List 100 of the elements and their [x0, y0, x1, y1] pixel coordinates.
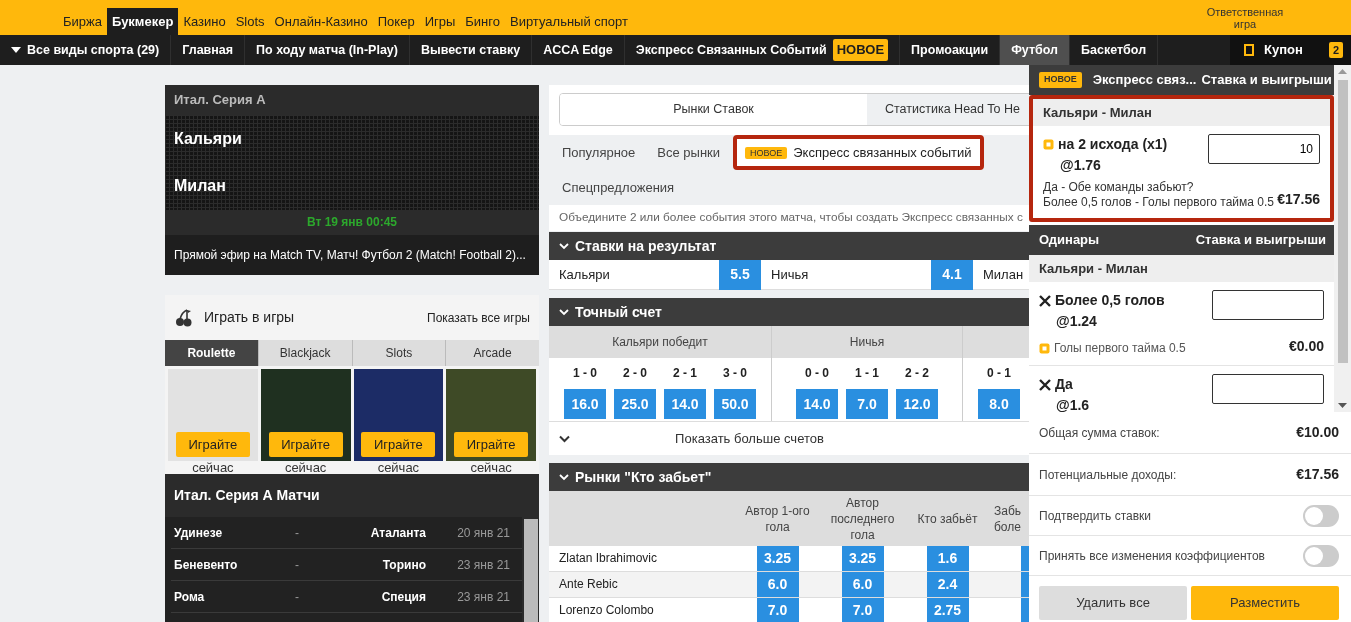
- stake-field[interactable]: 10: [1208, 134, 1320, 164]
- toggle-switch[interactable]: [1303, 544, 1339, 567]
- team-name: Аталанта: [369, 524, 426, 542]
- hint-text: Объедините 2 или более события этого матча, чтобы создать Экспресс связанных с: [549, 205, 1029, 231]
- play-button[interactable]: Играйте: [175, 432, 250, 457]
- match-datetime: Вт 19 янв 00:45: [165, 210, 539, 235]
- team-name: Рома: [173, 588, 206, 606]
- summary-label: Потенциальные доходы:: [1039, 466, 1177, 484]
- section-title: Экспресс связ...: [1092, 71, 1197, 90]
- game-thumbnail[interactable]: Играйте: [353, 369, 444, 461]
- game-tab[interactable]: Blackjack: [257, 340, 352, 366]
- play-button[interactable]: Играйте: [361, 432, 436, 457]
- returns-amount: €17.56: [1277, 190, 1320, 209]
- market-filter-tab[interactable]: НОВОЕ Экспресс связанных событий: [733, 135, 984, 170]
- game-thumbnail[interactable]: Играйте: [260, 369, 351, 461]
- play-button[interactable]: Играйте: [268, 432, 343, 457]
- team-name: Милан: [174, 176, 227, 197]
- toggle-switch[interactable]: [1303, 504, 1339, 527]
- selection-name: на 2 исхода (x1): [1058, 135, 1168, 154]
- odds-button[interactable]: [1021, 598, 1029, 622]
- play-button[interactable]: Играйте: [454, 432, 529, 457]
- player-name: Ante Rebic: [558, 576, 619, 593]
- match-date: 23 янв 21: [456, 556, 511, 574]
- game-tab[interactable]: Roulette: [165, 340, 258, 366]
- column-header: Автор последнего гола: [829, 494, 896, 543]
- sport-nav-link[interactable]: Вывести ставку: [409, 35, 533, 65]
- score-label: 0 - 1: [987, 365, 1011, 382]
- outcome-label: Милан: [982, 265, 1025, 284]
- section-header[interactable]: Ставки на результат: [549, 232, 1029, 260]
- coupon-icon: [1244, 44, 1254, 56]
- option-label: Принять все изменения коэффициентов: [1039, 547, 1265, 565]
- match-date: 23 янв 21: [456, 588, 511, 606]
- nav-link[interactable]: Покер: [372, 8, 420, 35]
- market-filter-tab[interactable]: Спецпредложения: [553, 170, 684, 205]
- place-bet-button[interactable]: Разместить: [1191, 586, 1339, 620]
- market-filter-tab[interactable]: Все рынки: [648, 135, 730, 170]
- market-tab[interactable]: Статистика Head To He: [867, 94, 1029, 125]
- game-thumbnail[interactable]: Играйте: [446, 369, 536, 461]
- sport-nav-link[interactable]: Все виды спорта (29): [0, 35, 172, 65]
- score-label: 3 - 0: [723, 365, 747, 382]
- play-caption: сейчас: [470, 461, 512, 474]
- chevron-down-icon: [559, 308, 569, 316]
- team-name: Беневенто: [173, 556, 239, 574]
- scroll-down-icon: [1338, 403, 1347, 408]
- column-label: Ставка и выигрыши: [1195, 231, 1326, 250]
- stake-field[interactable]: [1212, 290, 1324, 320]
- game-tab[interactable]: Arcade: [445, 340, 539, 366]
- scroll-up-icon: [1338, 69, 1347, 74]
- score-label: 1 - 1: [855, 365, 879, 382]
- game-tab[interactable]: Slots: [351, 340, 446, 366]
- group-heading: Кальяри победит: [549, 326, 771, 358]
- responsible-gaming-link[interactable]: Ответственная игра: [1197, 5, 1293, 30]
- nav-link[interactable]: Игры: [419, 8, 461, 35]
- play-caption: сейчас: [284, 461, 327, 474]
- team-name: Специя: [380, 588, 426, 606]
- sport-nav-link[interactable]: Главная: [171, 35, 246, 65]
- score-label: 2 - 2: [905, 365, 929, 382]
- coupon-link[interactable]: Купон: [1264, 40, 1303, 60]
- play-caption: сейчас: [377, 461, 420, 474]
- scrollbar[interactable]: [522, 517, 539, 622]
- market-filter-tab[interactable]: Популярное: [553, 135, 645, 170]
- team-name: Кальяри: [174, 128, 243, 149]
- nav-link[interactable]: Букмекер: [106, 8, 179, 35]
- nav-link[interactable]: Казино: [178, 8, 231, 35]
- chevron-down-icon: [559, 434, 570, 443]
- column-label: Ставка и выигрыши: [1201, 71, 1332, 90]
- sport-nav-link[interactable]: Футбол: [1000, 35, 1071, 65]
- match-date: 20 янв 21: [456, 524, 511, 542]
- odds-button[interactable]: [1021, 546, 1029, 571]
- section-title: Одинары: [1039, 231, 1100, 250]
- show-all-games-link[interactable]: Показать все игры: [427, 308, 530, 327]
- odds-button[interactable]: [1021, 572, 1029, 597]
- column-header: Автор 1-ого гола: [744, 502, 811, 535]
- sport-nav-link[interactable]: Экспресс Связанных Событий НОВОЕ: [624, 35, 901, 65]
- game-thumbnail[interactable]: Играйте: [168, 369, 258, 461]
- market-name: Голы первого тайма 0.5: [1054, 340, 1186, 357]
- summary-value: €10.00: [1296, 423, 1339, 442]
- score-label: 2 - 0: [623, 365, 647, 382]
- nav-link[interactable]: Бинго: [460, 8, 505, 35]
- nav-link[interactable]: Биржа: [58, 8, 107, 35]
- nav-link[interactable]: Slots: [230, 8, 270, 35]
- score-label: 0 - 0: [805, 365, 829, 382]
- summary-label: Общая сумма ставок:: [1039, 424, 1160, 442]
- odds-text: @1.24: [1056, 312, 1098, 331]
- column-header: Забь боле: [993, 502, 1023, 535]
- stake-field[interactable]: [1212, 374, 1324, 404]
- team-name: Торино: [381, 556, 426, 574]
- odds-text: @1.76: [1060, 156, 1102, 175]
- close-icon: [1039, 294, 1051, 307]
- column-header: Кто забьёт: [916, 510, 979, 527]
- sport-nav-link[interactable]: По ходу матча (In-Play): [245, 35, 410, 65]
- leg-text: Более 0,5 голов - Голы первого тайма 0.5: [1043, 195, 1274, 210]
- play-caption: сейчас: [192, 461, 234, 474]
- section-header[interactable]: Точный счет: [549, 298, 1029, 326]
- nav-link[interactable]: Онлайн-Казино: [269, 8, 373, 35]
- nav-link[interactable]: Виртуальный спорт: [505, 8, 633, 35]
- remove-all-button[interactable]: Удалить все: [1039, 586, 1187, 620]
- group-heading: Ничья: [772, 326, 962, 358]
- sport-nav-link[interactable]: ACCA Edge: [532, 35, 625, 65]
- section-header[interactable]: Рынки "Кто забьет": [549, 463, 1029, 491]
